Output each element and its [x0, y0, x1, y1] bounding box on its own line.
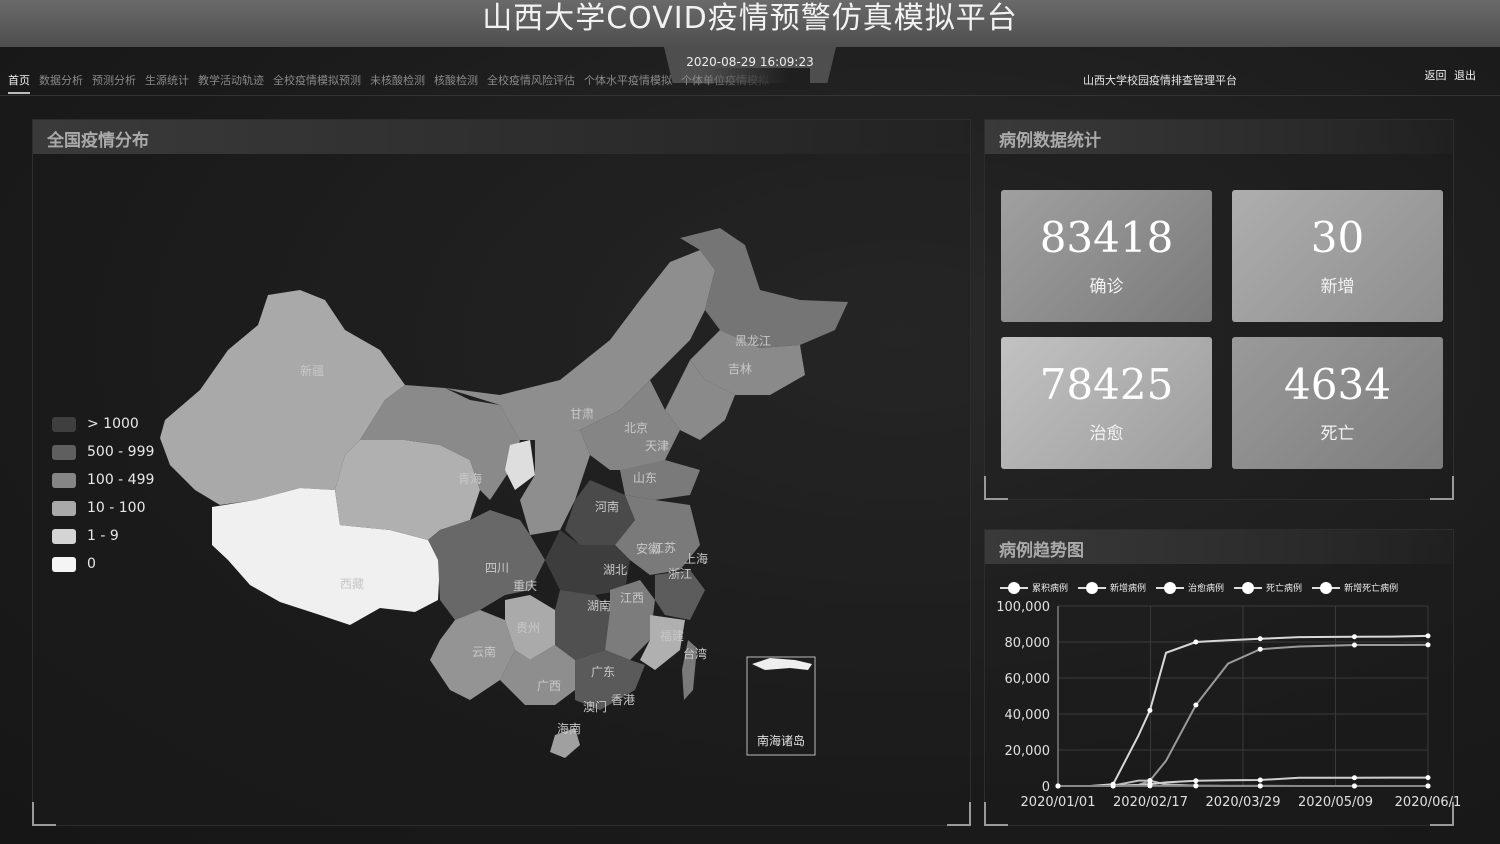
chart-legend-label: 治愈病例 — [1188, 584, 1225, 594]
stats-panel-header: 病例数据统计 — [985, 120, 1453, 154]
stat-value-confirmed: 83418 — [1039, 213, 1174, 262]
stats-panel-title: 病例数据统计 — [999, 131, 1101, 151]
legend-marker — [1078, 581, 1107, 594]
nav-item[interactable]: 预测分析 — [92, 72, 136, 94]
nav-fade — [700, 68, 810, 90]
legend-label: 0 — [87, 556, 96, 572]
legend-item[interactable]: 0 — [52, 550, 154, 578]
legend-swatch — [52, 444, 76, 460]
chart-legend-item[interactable]: 累积病例 — [1000, 581, 1068, 594]
nav-item[interactable]: 未核酸检测 — [370, 72, 425, 94]
legend-marker — [1234, 581, 1263, 594]
trend-panel-header: 病例趋势图 — [985, 530, 1453, 564]
stat-card-new: 30 新增 — [1232, 190, 1443, 322]
legend-item[interactable]: 500 - 999 — [52, 438, 154, 466]
chart-legend-item[interactable]: 死亡病例 — [1234, 581, 1302, 594]
legend-marker — [1156, 581, 1185, 594]
map-panel-title: 全国疫情分布 — [47, 131, 149, 151]
chart-legend-item[interactable]: 治愈病例 — [1156, 581, 1224, 594]
stat-label-new: 新增 — [1320, 277, 1355, 297]
legend-swatch — [52, 472, 76, 488]
stat-label-deaths: 死亡 — [1320, 424, 1355, 444]
legend-marker — [1312, 581, 1341, 594]
trend-panel: 病例趋势图 — [984, 529, 1454, 826]
legend-swatch — [52, 556, 76, 572]
map-panel: 全国疫情分布 — [32, 119, 971, 826]
back-link[interactable]: 返回 — [1425, 69, 1447, 82]
stat-value-recovered: 78425 — [1039, 360, 1174, 409]
legend-swatch — [52, 416, 76, 432]
map-panel-header: 全国疫情分布 — [33, 120, 970, 154]
main-nav: 首页 数据分析 预测分析 生源统计 教学活动轨迹 全校疫情模拟预测 未核酸检测 核酸检测 全校疫… — [8, 72, 769, 94]
legend-item[interactable]: > 1000 — [52, 410, 154, 438]
legend-label: 10 - 100 — [87, 500, 146, 516]
datetime: 2020-08-29 16:09:23 — [686, 55, 814, 69]
app-title: 山西大学COVID疫情预警仿真模拟平台 — [482, 1, 1018, 36]
legend-swatch — [52, 500, 76, 516]
legend-marker — [1000, 581, 1028, 594]
nav-item[interactable]: 生源统计 — [145, 72, 189, 94]
chart-legend: 累积病例 新增病例 治愈病例 死亡病例 新增死亡病例 — [1000, 581, 1398, 594]
nav-item[interactable]: 全校疫情风险评估 — [487, 72, 575, 94]
stat-card-confirmed: 83418 确诊 — [1001, 190, 1212, 322]
trend-panel-title: 病例趋势图 — [999, 541, 1084, 561]
nav-item[interactable]: 数据分析 — [39, 72, 83, 94]
corner-decoration — [1430, 802, 1454, 826]
nav-item[interactable]: 核酸检测 — [434, 72, 478, 94]
legend-swatch — [52, 528, 76, 544]
legend-label: 500 - 999 — [87, 444, 155, 460]
nav-item[interactable]: 教学活动轨迹 — [198, 72, 264, 94]
map-legend: > 1000 500 - 999 100 - 499 10 - 100 1 - 9 0 — [52, 410, 154, 578]
nav-item[interactable]: 个体水平疫情模拟 — [584, 72, 672, 94]
logout-link[interactable]: 退出 — [1454, 69, 1476, 82]
legend-item[interactable]: 10 - 100 — [52, 494, 154, 522]
stat-value-deaths: 4634 — [1284, 360, 1391, 409]
legend-item[interactable]: 100 - 499 — [52, 466, 154, 494]
chart-legend-label: 新增病例 — [1110, 584, 1147, 594]
stat-value-new: 30 — [1310, 213, 1365, 262]
legend-label: 100 - 499 — [87, 472, 155, 488]
header-divider — [0, 95, 1500, 96]
corner-decoration — [1430, 476, 1454, 500]
stat-card-deaths: 4634 死亡 — [1232, 337, 1443, 469]
chart-legend-label: 死亡病例 — [1266, 584, 1303, 594]
legend-label: 1 - 9 — [87, 528, 119, 544]
stat-label-confirmed: 确诊 — [1089, 277, 1124, 297]
corner-decoration — [984, 802, 1008, 826]
legend-item[interactable]: 1 - 9 — [52, 522, 154, 550]
chart-legend-label: 新增死亡病例 — [1344, 584, 1399, 594]
legend-label: > 1000 — [87, 416, 139, 432]
top-actions: 返回 退出 — [1421, 67, 1477, 83]
platform-subtitle: 山西大学校园疫情排查管理平台 — [1083, 74, 1237, 87]
chart-legend-label: 累积病例 — [1032, 584, 1069, 594]
corner-decoration — [984, 476, 1008, 500]
stat-card-recovered: 78425 治愈 — [1001, 337, 1212, 469]
corner-decoration — [947, 802, 971, 826]
chart-legend-item[interactable]: 新增病例 — [1078, 581, 1146, 594]
nav-item[interactable]: 首页 — [8, 72, 30, 94]
chart-legend-item[interactable]: 新增死亡病例 — [1312, 581, 1398, 594]
nav-item[interactable]: 全校疫情模拟预测 — [273, 72, 361, 94]
corner-decoration — [32, 802, 56, 826]
stat-label-recovered: 治愈 — [1089, 424, 1124, 444]
